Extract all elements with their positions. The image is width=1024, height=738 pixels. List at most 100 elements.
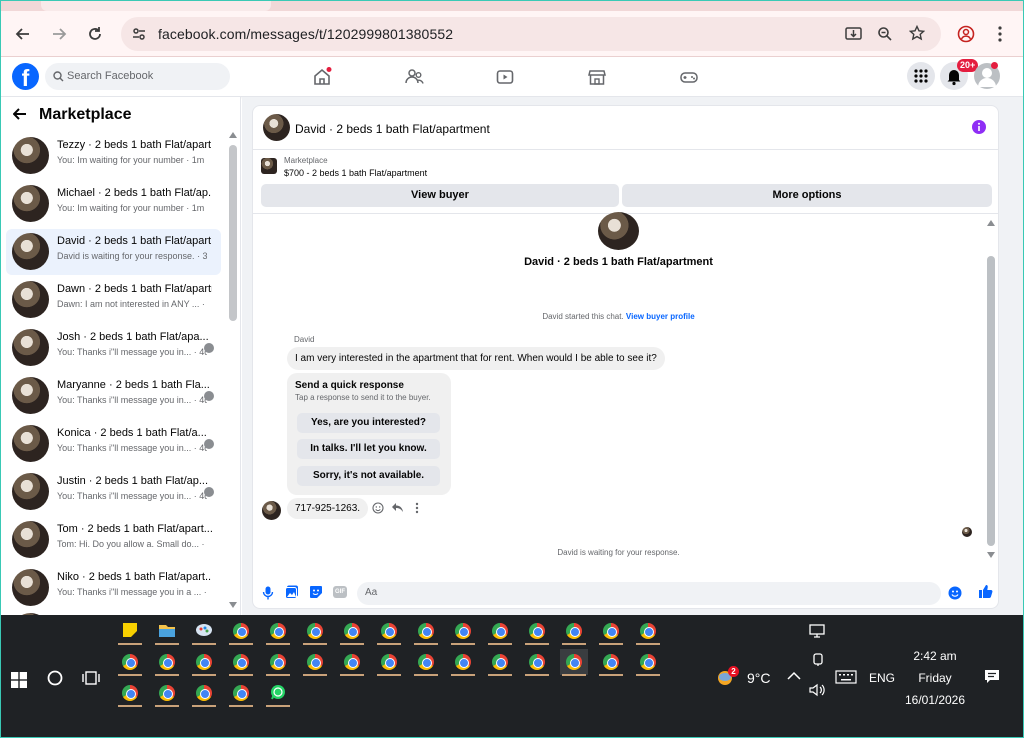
chrome-window-icon[interactable] <box>227 618 255 645</box>
chrome-window-icon[interactable] <box>264 649 292 676</box>
conversation-item[interactable]: Tom · 2 beds 1 bath Flat/apart... Tom: Hi… <box>6 517 221 563</box>
scroll-down-icon[interactable] <box>229 602 237 608</box>
chrome-window-icon[interactable] <box>449 649 477 676</box>
conversation-item[interactable]: Justin · 2 beds 1 bath Flat/ap... You: Th… <box>6 469 221 515</box>
gaming-icon[interactable] <box>679 67 699 87</box>
keyboard-icon[interactable] <box>835 670 857 684</box>
reply-icon[interactable] <box>391 502 404 514</box>
chrome-window-icon[interactable] <box>116 649 144 676</box>
gif-icon[interactable]: GIF <box>333 586 347 598</box>
chrome-window-icon[interactable] <box>634 618 662 645</box>
conversation-item[interactable]: Michael · 2 beds 1 bath Flat/ap... You: I… <box>6 181 221 227</box>
clock-day[interactable]: Friday <box>905 671 965 685</box>
chrome-window-icon[interactable] <box>190 649 218 676</box>
facebook-logo[interactable]: f <box>12 63 39 91</box>
chrome-window-icon[interactable] <box>597 618 625 645</box>
photo-icon[interactable] <box>285 585 299 599</box>
incoming-message[interactable]: I am very interested in the apartment th… <box>287 347 665 370</box>
chrome-window-icon[interactable] <box>375 649 403 676</box>
sidebar-scrollbar[interactable] <box>229 145 237 321</box>
chevron-up-icon[interactable] <box>787 671 801 681</box>
listing-thumbnail[interactable] <box>261 158 277 174</box>
windows-start-icon[interactable] <box>11 672 27 688</box>
conversation-item[interactable]: David · 2 beds 1 bath Flat/apart... David… <box>6 229 221 275</box>
emoji-icon[interactable] <box>948 586 962 600</box>
chrome-window-icon[interactable] <box>523 649 551 676</box>
camera-mic-icon[interactable] <box>811 653 825 667</box>
notification-center-icon[interactable] <box>984 669 1000 685</box>
chrome-window-icon[interactable] <box>227 680 255 707</box>
home-icon[interactable] <box>312 67 332 87</box>
info-icon[interactable] <box>972 120 986 134</box>
view-buyer-button[interactable]: View buyer <box>261 184 619 207</box>
active-tab[interactable] <box>41 1 271 11</box>
quick-reply-button[interactable]: In talks. I'll let you know. <box>297 439 440 459</box>
buyer-avatar[interactable] <box>263 114 290 141</box>
conversation-item[interactable]: Konica · 2 beds 1 bath Flat/a... You: Tha… <box>6 421 221 467</box>
chrome-window-icon[interactable] <box>486 618 514 645</box>
menu-grid-icon[interactable] <box>907 62 935 90</box>
message-input[interactable]: Aa <box>357 582 962 605</box>
microphone-icon[interactable] <box>262 586 274 600</box>
more-actions-icon[interactable] <box>415 502 419 514</box>
conversation-item[interactable]: Niko · 2 beds 1 bath Flat/apart... You: T… <box>6 565 221 611</box>
conversation-item[interactable]: Josh · 2 beds 1 bath Flat/apa... You: Tha… <box>6 325 221 371</box>
chrome-window-icon[interactable] <box>227 649 255 676</box>
url-text[interactable]: facebook.com/messages/t/1202999801380552 <box>158 26 453 42</box>
chrome-window-icon[interactable] <box>153 649 181 676</box>
friends-icon[interactable] <box>404 67 424 87</box>
bookmark-star-icon[interactable] <box>909 25 925 41</box>
speaker-icon[interactable] <box>809 683 827 697</box>
listing-title[interactable]: $700 - 2 beds 1 bath Flat/apartment <box>284 168 427 178</box>
sticker-icon[interactable] <box>309 585 323 599</box>
browser-menu-icon[interactable] <box>997 25 1003 43</box>
chrome-window-icon[interactable] <box>301 649 329 676</box>
cortana-search-icon[interactable] <box>47 670 63 686</box>
site-settings-icon[interactable] <box>131 26 147 42</box>
chrome-window-icon[interactable] <box>153 680 181 707</box>
view-buyer-profile-link[interactable]: View buyer profile <box>626 312 695 321</box>
scroll-up-icon[interactable] <box>229 132 237 138</box>
chrome-window-icon[interactable] <box>412 649 440 676</box>
react-icon[interactable] <box>372 502 384 514</box>
chrome-window-icon[interactable] <box>634 649 662 676</box>
chrome-window-icon[interactable] <box>264 618 292 645</box>
search-input[interactable]: Search Facebook <box>45 63 230 90</box>
chrome-window-icon[interactable] <box>597 649 625 676</box>
video-icon[interactable] <box>495 67 515 87</box>
own-message[interactable]: 717-925-1263. <box>287 498 369 519</box>
install-app-icon[interactable] <box>845 26 862 42</box>
chrome-window-icon[interactable] <box>116 680 144 707</box>
like-icon[interactable] <box>978 584 993 599</box>
file-explorer-icon[interactable] <box>153 618 181 645</box>
forward-arrow-icon[interactable] <box>49 24 69 44</box>
quick-reply-button[interactable]: Yes, are you interested? <box>297 413 440 433</box>
task-view-icon[interactable] <box>82 670 100 686</box>
clock-time[interactable]: 2:42 am <box>905 649 965 663</box>
scroll-up-icon[interactable] <box>987 220 995 226</box>
back-arrow-icon[interactable] <box>13 24 33 44</box>
network-icon[interactable] <box>809 623 825 639</box>
chrome-window-icon[interactable] <box>523 618 551 645</box>
zoom-icon[interactable] <box>877 26 893 42</box>
chrome-window-icon[interactable] <box>486 649 514 676</box>
sender-avatar[interactable] <box>262 501 281 520</box>
chrome-window-icon[interactable] <box>190 680 218 707</box>
clock-date[interactable]: 16/01/2026 <box>900 693 970 707</box>
paint-app-icon[interactable] <box>190 618 218 645</box>
quick-reply-button[interactable]: Sorry, it's not available. <box>297 466 440 486</box>
chrome-window-icon[interactable] <box>449 618 477 645</box>
chrome-window-icon[interactable] <box>412 618 440 645</box>
chat-scrollbar[interactable] <box>987 256 995 546</box>
profile-icon[interactable] <box>957 25 975 43</box>
weather-temperature[interactable]: 9°C <box>747 670 771 686</box>
conversation-item[interactable]: Tezzy · 2 beds 1 bath Flat/apart... You: … <box>6 133 221 179</box>
conversation-item[interactable]: Maryanne · 2 beds 1 bath Fla... You: Than… <box>6 373 221 419</box>
chrome-window-icon[interactable] <box>375 618 403 645</box>
profile-avatar[interactable] <box>598 212 639 250</box>
whatsapp-icon[interactable] <box>264 680 292 707</box>
marketplace-icon[interactable] <box>587 67 607 87</box>
chrome-window-icon[interactable] <box>338 618 366 645</box>
chrome-window-icon[interactable] <box>338 649 366 676</box>
scroll-down-icon[interactable] <box>987 552 995 558</box>
